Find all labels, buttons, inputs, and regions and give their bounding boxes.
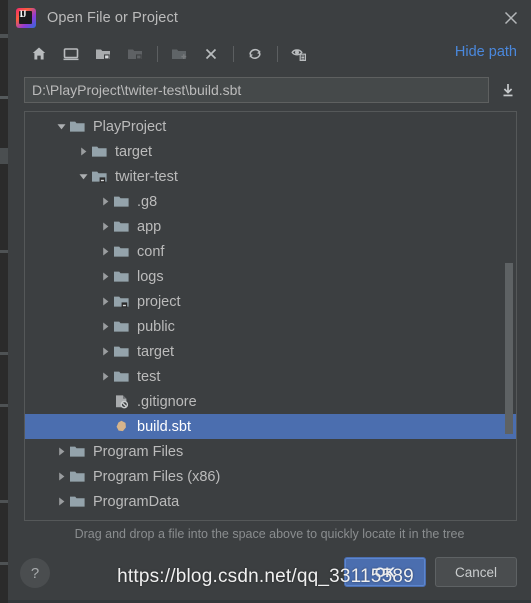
tree-row[interactable]: target [25,339,516,364]
expand-triangle-icon[interactable] [53,494,69,510]
desktop-icon[interactable] [58,41,84,67]
tree-row[interactable]: logs [25,264,516,289]
tree-row-label: conf [137,243,165,260]
tree-row-label: ProgramData [93,493,180,510]
window-title: Open File or Project [47,9,178,26]
tree-row-label: target [137,343,175,360]
expand-triangle-icon[interactable] [97,194,113,210]
folder-icon [69,119,87,135]
delete-icon[interactable] [198,41,224,67]
collapse-triangle-icon[interactable] [75,169,91,185]
tree-row-label: project [137,293,181,310]
folder-module-icon [113,294,131,310]
folder-icon [113,319,131,335]
folder-icon [113,344,131,360]
sbt-file-icon [113,419,131,435]
tree-row[interactable]: app [25,214,516,239]
tree-row[interactable]: PlayProject [25,114,516,139]
open-file-dialog: IJ Open File or Project Hide path D:\Pla… [8,0,531,603]
hide-path-link[interactable]: Hide path [455,44,517,60]
cancel-button[interactable]: Cancel [435,557,517,587]
tree-row-label: Program Files (x86) [93,468,221,485]
tree-row-label: build.sbt [137,418,192,435]
toolbar-separator-1 [157,46,158,62]
tree-row-label: app [137,218,162,235]
expand-triangle-icon[interactable] [97,344,113,360]
ignored-file-icon [113,394,131,410]
expand-triangle-icon[interactable] [97,244,113,260]
folder-up-icon[interactable] [90,41,116,67]
download-icon[interactable] [493,77,523,103]
ok-button[interactable]: OK [344,557,426,587]
title-bar: IJ Open File or Project [8,0,531,35]
tree-row-selected[interactable]: build.sbt [25,414,516,439]
tree-row[interactable]: target [25,139,516,164]
new-folder-icon [166,41,192,67]
tree-row-label: .gitignore [137,393,197,410]
folder-icon [113,194,131,210]
tree-row[interactable]: Program Files (x86) [25,464,516,489]
tree-scrollbar[interactable] [505,113,515,519]
tree-row[interactable]: Program Files [25,439,516,464]
collapse-triangle-icon[interactable] [53,119,69,135]
tree-row-label: public [137,318,175,335]
drag-drop-hint: Drag and drop a file into the space abov… [74,527,465,541]
path-row: D:\PlayProject\twiter-test\build.sbt [8,73,531,107]
tree-row-label: test [137,368,161,385]
tree-row-label: twiter-test [115,168,178,185]
tree-row-label: logs [137,268,164,285]
close-icon[interactable] [501,8,521,28]
tree-row[interactable]: project [25,289,516,314]
tree-row-label: .g8 [137,193,158,210]
home-icon[interactable] [26,41,52,67]
tree-row[interactable]: .gitignore [25,389,516,414]
expand-triangle-icon[interactable] [97,319,113,335]
tree-row-label: PlayProject [93,118,167,135]
tree-row[interactable]: test [25,364,516,389]
tree-row[interactable]: conf [25,239,516,264]
folder-icon [113,244,131,260]
tree-row[interactable]: twiter-test [25,164,516,189]
toolbar-separator-3 [277,46,278,62]
tree-row[interactable]: public [25,314,516,339]
tree-row-label: Program Files [93,443,184,460]
folder-icon [113,369,131,385]
expand-triangle-icon[interactable] [97,269,113,285]
expand-triangle-icon[interactable] [75,144,91,160]
folder-icon [69,444,87,460]
folder-icon [69,469,87,485]
tree-row-label: target [115,143,153,160]
help-button[interactable]: ? [20,558,50,588]
expand-triangle-icon[interactable] [97,369,113,385]
show-hidden-icon[interactable] [286,41,312,67]
intellij-idea-logo-icon: IJ [16,7,36,28]
expand-triangle-icon[interactable] [53,469,69,485]
path-input[interactable]: D:\PlayProject\twiter-test\build.sbt [24,77,489,103]
dialog-button-bar: ? OK Cancel [8,547,531,603]
expand-triangle-icon[interactable] [53,444,69,460]
expand-triangle-icon[interactable] [97,219,113,235]
folder-icon [91,144,109,160]
folder-icon [113,219,131,235]
folder-icon [122,41,148,67]
tree-scrollbar-thumb[interactable] [505,263,513,434]
tree-row[interactable]: ProgramData [25,489,516,514]
background-window-strip [0,0,8,603]
folder-icon [69,494,87,510]
expand-triangle-icon[interactable] [97,294,113,310]
file-tree-panel: PlayProject target twiter-test .g8 app conf lo… [24,111,517,521]
toolbar: Hide path [8,35,531,73]
toolbar-separator-2 [233,46,234,62]
tree-row[interactable]: .g8 [25,189,516,214]
folder-icon [113,269,131,285]
folder-module-icon [91,169,109,185]
file-tree[interactable]: PlayProject target twiter-test .g8 app conf lo… [25,112,516,520]
refresh-icon[interactable] [242,41,268,67]
